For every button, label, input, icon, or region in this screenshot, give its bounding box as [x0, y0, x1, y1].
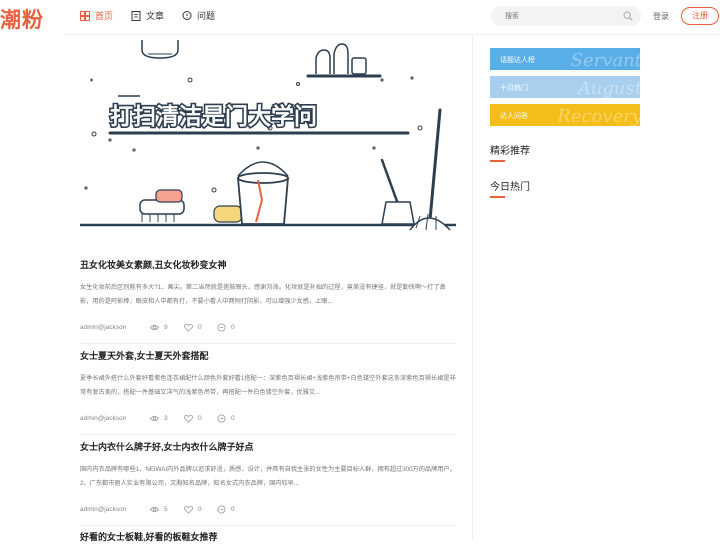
views-count: 3 — [164, 414, 168, 422]
eye-icon — [150, 506, 159, 512]
sidebar-button-label: 话题达人榜 — [500, 57, 535, 64]
section-title-recommended: 精彩推荐 — [490, 146, 530, 157]
likes-stat[interactable]: 0 — [184, 414, 202, 423]
comment-icon — [217, 413, 226, 423]
login-link[interactable]: 登录 — [653, 11, 669, 22]
article-excerpt: 国内内衣品牌有哪些1、NEIWAI内外品牌以追求舒适，质感，设计，并具有自我主张… — [80, 466, 456, 487]
section-underline — [490, 160, 505, 162]
nav-label-articles: 文章 — [146, 11, 165, 21]
main-nav: 首页 文章 问题 — [80, 9, 215, 22]
sidebar-divider — [472, 35, 473, 540]
register-button[interactable]: 注册 — [681, 7, 719, 25]
watermark-text: August — [577, 78, 640, 98]
article-meta: admin@jackson 5 0 0 — [80, 504, 456, 514]
chat-bubble-icon — [182, 10, 192, 20]
article-divider — [80, 525, 456, 526]
eye-icon — [150, 415, 159, 421]
document-icon — [131, 10, 141, 21]
article-divider — [80, 343, 456, 344]
cleaning-illustration: 打扫清洁是门大学问 — [80, 40, 456, 231]
section-underline — [490, 196, 505, 198]
header: 潮粉 首页 文章 问题 搜索 登录 注册 — [0, 0, 720, 34]
banner-title: 打扫清洁是门大学问 — [110, 103, 317, 130]
article-excerpt: 女生化妆前后区别能有多大?1、画尖。第二当然就是搓肢眼头，感谢刘海。化妆就是补拙… — [80, 284, 446, 305]
nav-item-questions[interactable]: 问题 — [182, 9, 215, 22]
watermark-text: Recovery — [557, 106, 640, 126]
section-title-today-hot: 今日热门 — [490, 182, 530, 193]
likes-count: 0 — [198, 414, 202, 422]
sidebar-button-topic-ranking[interactable]: Servant 话题达人榜 — [490, 48, 640, 70]
article-title[interactable]: 好看的女士板鞋,好看的板鞋女推荐 — [80, 530, 456, 543]
heart-icon — [184, 505, 193, 514]
article-excerpt: 夏季长裙外搭什么外套好看紫色连衣裙配什么颜色外套好看1搭配一：深紫色百褶长裙+浅… — [80, 375, 456, 396]
comment-icon — [217, 504, 226, 514]
article-meta: admin@jackson 9 0 0 — [80, 322, 456, 332]
comments-count: 0 — [231, 505, 235, 513]
search-icon[interactable] — [623, 11, 633, 21]
article-item: 好看的女士板鞋,好看的板鞋女推荐 — [80, 530, 456, 553]
likes-count: 0 — [198, 323, 202, 331]
likes-count: 0 — [198, 505, 202, 513]
views-stat: 9 — [150, 323, 168, 332]
views-count: 9 — [164, 323, 168, 331]
article-item: 女士内衣什么牌子好,女士内衣什么牌子好点 国内内衣品牌有哪些1、NEIWAI内外… — [80, 440, 456, 526]
article-title[interactable]: 女士夏天外套,女士夏天外套搭配 — [80, 349, 456, 362]
site-logo[interactable]: 潮粉 — [0, 4, 44, 34]
nav-item-home[interactable]: 首页 — [80, 9, 113, 22]
nav-label-questions: 问题 — [197, 11, 216, 21]
article-author[interactable]: admin@jackson — [80, 506, 126, 513]
article-item: 女士夏天外套,女士夏天外套搭配 夏季长裙外搭什么外套好看紫色连衣裙配什么颜色外套… — [80, 349, 456, 435]
sidebar-button-label: 十月热门 — [500, 85, 528, 92]
banner-image[interactable]: 打扫清洁是门大学问 — [80, 40, 456, 240]
header-divider — [66, 34, 720, 35]
heart-icon — [184, 414, 193, 423]
article-title[interactable]: 丑女化妆美女素颜,丑女化妆秒变女神 — [80, 258, 456, 271]
grid-icon — [80, 10, 90, 21]
views-stat: 3 — [150, 414, 168, 423]
search-input[interactable] — [505, 9, 615, 23]
sidebar-button-expert-qa[interactable]: Recovery 达人问答 — [490, 104, 640, 126]
comments-stat[interactable]: 0 — [217, 413, 235, 423]
heart-icon — [184, 323, 193, 332]
views-stat: 5 — [150, 505, 168, 514]
sidebar-button-october-hot[interactable]: August 十月热门 — [490, 76, 640, 98]
views-count: 5 — [164, 505, 168, 513]
likes-stat[interactable]: 0 — [184, 323, 202, 332]
article-meta: admin@jackson 3 0 0 — [80, 413, 456, 423]
article-author[interactable]: admin@jackson — [80, 324, 126, 331]
sidebar-button-label: 达人问答 — [500, 113, 528, 120]
comments-count: 0 — [231, 323, 235, 331]
eye-icon — [150, 324, 159, 330]
comment-icon — [217, 322, 226, 332]
article-author[interactable]: admin@jackson — [80, 415, 126, 422]
nav-label-home: 首页 — [95, 11, 114, 21]
comments-count: 0 — [231, 414, 235, 422]
likes-stat[interactable]: 0 — [184, 505, 202, 514]
article-divider — [80, 434, 456, 435]
article-item: 丑女化妆美女素颜,丑女化妆秒变女神 女生化妆前后区别能有多大?1、画尖。第二当然… — [80, 258, 456, 344]
comments-stat[interactable]: 0 — [217, 322, 235, 332]
article-title[interactable]: 女士内衣什么牌子好,女士内衣什么牌子好点 — [80, 440, 456, 453]
watermark-text: Servant — [570, 50, 640, 70]
search-box — [491, 6, 641, 26]
comments-stat[interactable]: 0 — [217, 504, 235, 514]
nav-item-articles[interactable]: 文章 — [131, 9, 164, 22]
